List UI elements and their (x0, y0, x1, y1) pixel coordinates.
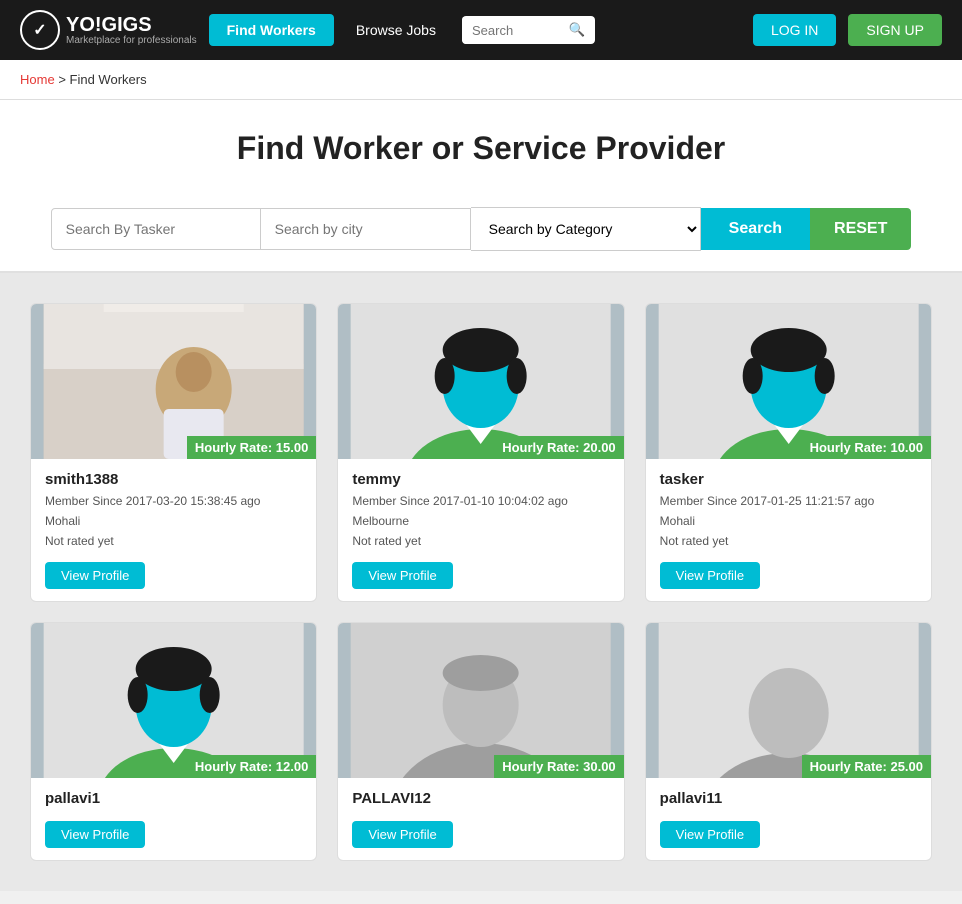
card-body: pallavi1 View Profile (31, 778, 316, 860)
card-image: Hourly Rate: 10.00 (646, 304, 931, 459)
view-profile-button[interactable]: View Profile (660, 562, 760, 589)
worker-rating: Not rated yet (352, 532, 609, 550)
card-image: Hourly Rate: 12.00 (31, 623, 316, 778)
login-button[interactable]: LOG IN (753, 14, 836, 46)
worker-username: smith1388 (45, 471, 302, 488)
browse-jobs-button[interactable]: Browse Jobs (346, 14, 446, 46)
breadcrumb-separator: > (58, 72, 66, 87)
view-profile-button[interactable]: View Profile (352, 562, 452, 589)
breadcrumb-current: Find Workers (70, 72, 147, 87)
header: ✓ YO!GIGS Marketplace for professionals … (0, 0, 962, 60)
header-search-box: 🔍 (462, 16, 595, 44)
worker-card: Hourly Rate: 10.00 tasker Member Since 2… (645, 303, 932, 602)
worker-member-since: Member Since 2017-01-10 10:04:02 ago (352, 492, 609, 510)
view-profile-button[interactable]: View Profile (660, 821, 760, 848)
search-city-input[interactable] (261, 208, 471, 250)
worker-card: Hourly Rate: 15.00 smith1388 Member Sinc… (30, 303, 317, 602)
worker-member-since: Member Since 2017-01-25 11:21:57 ago (660, 492, 917, 510)
card-image: Hourly Rate: 25.00 (646, 623, 931, 778)
worker-city: Mohali (660, 512, 917, 530)
search-button[interactable]: Search (701, 208, 810, 250)
card-body: pallavi11 View Profile (646, 778, 931, 860)
worker-member-since: Member Since 2017-03-20 15:38:45 ago (45, 492, 302, 510)
search-bar: Search by Category Search RESET (0, 187, 962, 273)
hourly-rate-badge: Hourly Rate: 30.00 (494, 755, 623, 778)
worker-username: tasker (660, 471, 917, 488)
hourly-rate-badge: Hourly Rate: 10.00 (802, 436, 931, 459)
workers-grid: Hourly Rate: 15.00 smith1388 Member Sinc… (30, 303, 932, 861)
breadcrumb: Home > Find Workers (0, 60, 962, 100)
worker-city: Mohali (45, 512, 302, 530)
search-tasker-input[interactable] (51, 208, 261, 250)
hourly-rate-badge: Hourly Rate: 12.00 (187, 755, 316, 778)
view-profile-button[interactable]: View Profile (352, 821, 452, 848)
card-body: PALLAVI12 View Profile (338, 778, 623, 860)
worker-rating: Not rated yet (45, 532, 302, 550)
page-title: Find Worker or Service Provider (20, 130, 942, 167)
card-body: temmy Member Since 2017-01-10 10:04:02 a… (338, 459, 623, 601)
card-body: tasker Member Since 2017-01-25 11:21:57 … (646, 459, 931, 601)
breadcrumb-home[interactable]: Home (20, 72, 55, 87)
page-title-section: Find Worker or Service Provider (0, 100, 962, 187)
logo-sub: Marketplace for professionals (66, 35, 197, 46)
worker-card: Hourly Rate: 20.00 temmy Member Since 20… (337, 303, 624, 602)
hourly-rate-badge: Hourly Rate: 25.00 (802, 755, 931, 778)
header-search-icon[interactable]: 🔍 (559, 16, 596, 44)
card-image: Hourly Rate: 30.00 (338, 623, 623, 778)
worker-card: Hourly Rate: 30.00 PALLAVI12 View Profil… (337, 622, 624, 861)
view-profile-button[interactable]: View Profile (45, 821, 145, 848)
worker-rating: Not rated yet (660, 532, 917, 550)
logo-text: YO!GIGS (66, 15, 197, 35)
reset-button[interactable]: RESET (810, 208, 911, 250)
card-body: smith1388 Member Since 2017-03-20 15:38:… (31, 459, 316, 601)
worker-username: pallavi11 (660, 790, 917, 807)
signup-button[interactable]: SIGN UP (848, 14, 942, 46)
hourly-rate-badge: Hourly Rate: 20.00 (494, 436, 623, 459)
card-image: Hourly Rate: 15.00 (31, 304, 316, 459)
logo-icon: ✓ (20, 10, 60, 50)
worker-card: Hourly Rate: 12.00 pallavi1 View Profile (30, 622, 317, 861)
find-workers-button[interactable]: Find Workers (209, 14, 334, 46)
worker-city: Melbourne (352, 512, 609, 530)
header-search-input[interactable] (462, 17, 559, 44)
worker-username: pallavi1 (45, 790, 302, 807)
search-category-select[interactable]: Search by Category (471, 207, 701, 251)
worker-username: temmy (352, 471, 609, 488)
card-image: Hourly Rate: 20.00 (338, 304, 623, 459)
logo: ✓ YO!GIGS Marketplace for professionals (20, 10, 197, 50)
content-area: Hourly Rate: 15.00 smith1388 Member Sinc… (0, 273, 962, 891)
view-profile-button[interactable]: View Profile (45, 562, 145, 589)
worker-card: Hourly Rate: 25.00 pallavi11 View Profil… (645, 622, 932, 861)
worker-username: PALLAVI12 (352, 790, 609, 807)
hourly-rate-badge: Hourly Rate: 15.00 (187, 436, 316, 459)
